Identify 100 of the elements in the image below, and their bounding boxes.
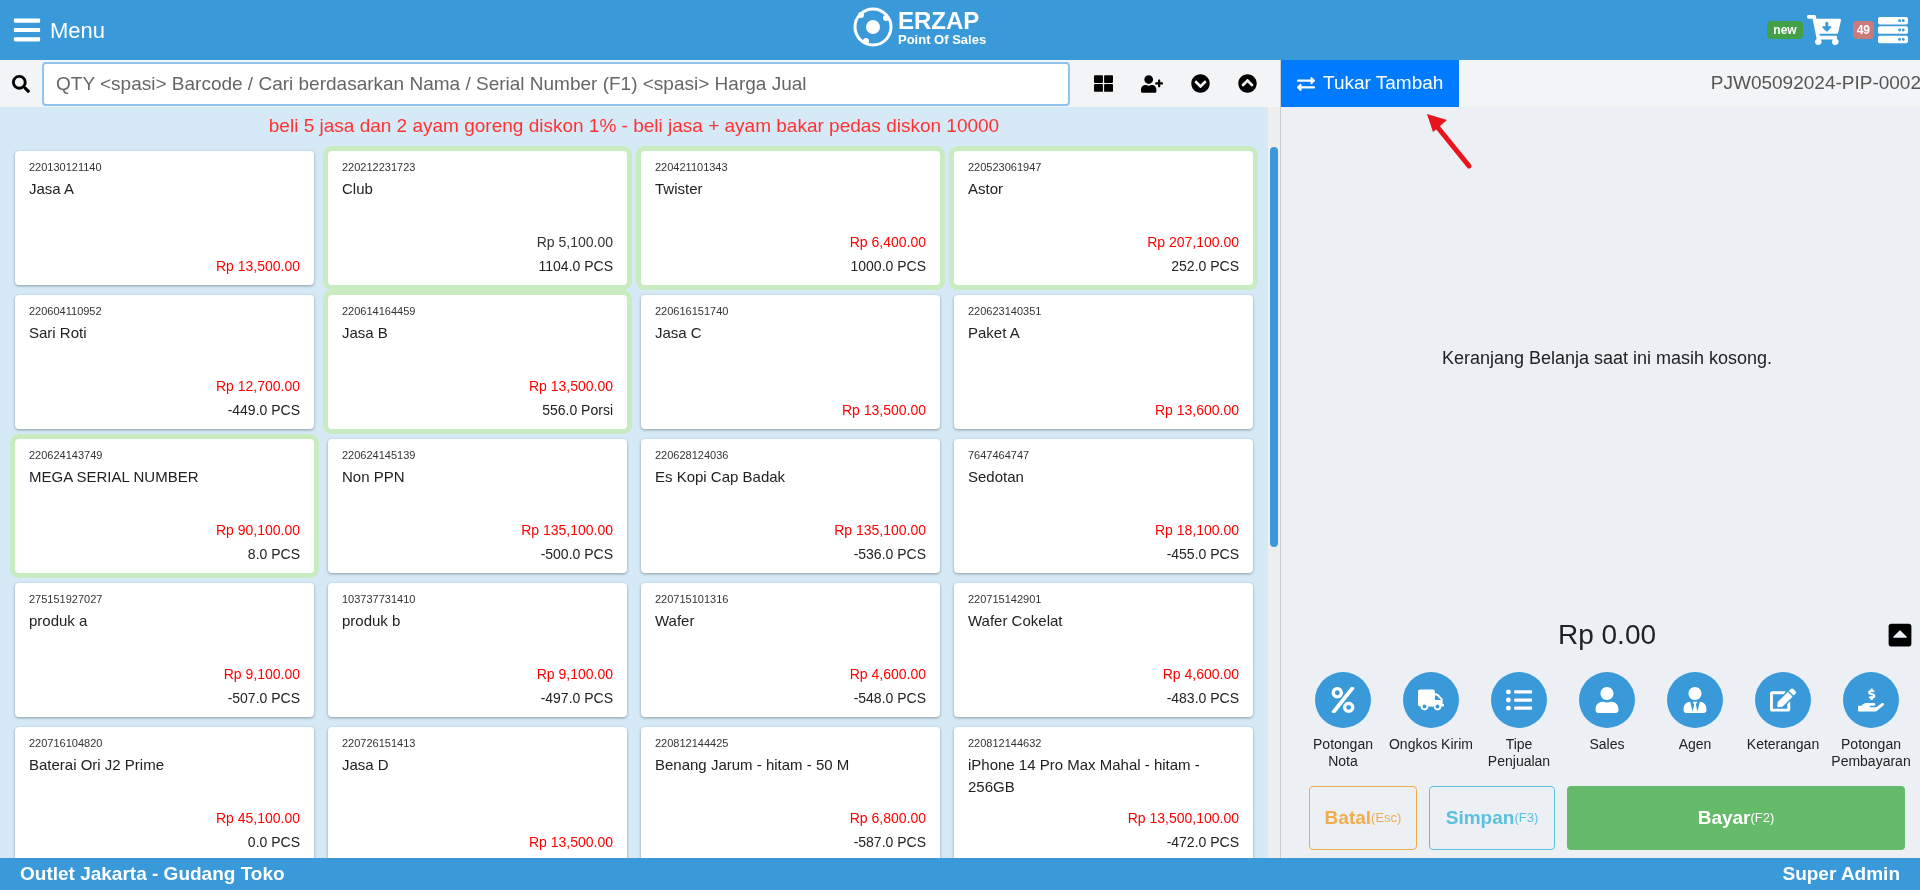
- product-stock: -548.0 PCS: [853, 688, 926, 708]
- product-name: produk a: [29, 611, 89, 631]
- agent-icon[interactable]: [1667, 672, 1723, 728]
- product-stock: -536.0 PCS: [853, 544, 926, 564]
- product-card[interactable]: 220624145139 Non PPN Rp 135,100.00 -500.0 PCS: [328, 438, 627, 573]
- product-name: Club: [342, 179, 374, 199]
- product-price: Rp 5,100.00: [536, 232, 613, 252]
- list-icon[interactable]: [1491, 672, 1547, 728]
- product-name: Sari Roti: [29, 323, 88, 343]
- chevron-up-icon[interactable]: [1238, 74, 1257, 93]
- product-stock: 556.0 Porsi: [542, 400, 613, 420]
- product-code: 220614164459: [342, 303, 417, 319]
- product-stock: -472.0 PCS: [1166, 832, 1239, 852]
- product-card[interactable]: 220616151740 Jasa C Rp 13,500.00: [641, 294, 940, 429]
- product-code: 220616151740: [655, 303, 730, 319]
- product-code: 220624143749: [29, 447, 104, 463]
- product-name: Baterai Ori J2 Prime: [29, 755, 166, 775]
- total-amount: Rp 0.00: [1557, 618, 1657, 652]
- product-stock: -449.0 PCS: [227, 400, 300, 420]
- action-label: Ongkos Kirim: [1389, 736, 1473, 753]
- chevron-down-icon[interactable]: [1191, 74, 1210, 93]
- product-code: 220130121140: [29, 159, 103, 175]
- order-number: PJW05092024-PIP-0002: [1710, 71, 1920, 96]
- product-price: Rp 4,600.00: [849, 664, 926, 684]
- product-price: Rp 45,100.00: [215, 808, 300, 828]
- discount-icon[interactable]: [1315, 672, 1371, 728]
- product-card[interactable]: 220812144425 Benang Jarum - hitam - 50 M Rp 6,800.00 -587.0 PCS: [641, 726, 940, 858]
- product-price: Rp 6,800.00: [849, 808, 926, 828]
- search-icon[interactable]: [12, 74, 30, 93]
- product-name: Jasa B: [342, 323, 389, 343]
- product-card[interactable]: 275151927027 produk a Rp 9,100.00 -507.0 PCS: [15, 582, 314, 717]
- product-stock: -497.0 PCS: [540, 688, 613, 708]
- product-price: Rp 90,100.00: [215, 520, 300, 540]
- action-label: Keterangan: [1746, 736, 1820, 753]
- scrollbar-thumb[interactable]: [1270, 147, 1278, 547]
- trade-in-tab[interactable]: Tukar Tambah: [1281, 60, 1460, 107]
- product-card[interactable]: 220726151413 Jasa D Rp 13,500.00: [328, 726, 627, 858]
- product-code: 220604110952: [29, 303, 103, 319]
- product-code: 275151927027: [29, 591, 104, 607]
- product-card[interactable]: 220715142901 Wafer Cokelat Rp 4,600.00 -483.0 PCS: [954, 582, 1253, 717]
- product-price: Rp 13,500.00: [841, 400, 926, 420]
- product-price: Rp 13,600.00: [1154, 400, 1239, 420]
- product-name: Sedotan: [968, 467, 1025, 487]
- product-code: 220716104820: [29, 735, 104, 751]
- product-stock: 252.0 PCS: [1171, 256, 1239, 276]
- product-price: Rp 13,500.00: [528, 832, 613, 852]
- product-name: Twister: [655, 179, 704, 199]
- expand-icon[interactable]: [1887, 622, 1913, 648]
- product-price: Rp 12,700.00: [215, 376, 300, 396]
- cart-download-icon[interactable]: [1806, 13, 1841, 47]
- grid-view-icon[interactable]: [1094, 74, 1113, 93]
- product-card[interactable]: 220623140351 Paket A Rp 13,600.00: [954, 294, 1253, 429]
- empty-cart-message: Keranjang Belanja saat ini masih kosong.: [1441, 347, 1773, 370]
- product-price: Rp 135,100.00: [521, 520, 613, 540]
- hand-money-icon[interactable]: [1843, 672, 1899, 728]
- product-name: Wafer: [655, 611, 696, 631]
- product-code: 220715101316: [655, 591, 730, 607]
- product-name: produk b: [342, 611, 402, 631]
- product-stock: -587.0 PCS: [853, 832, 926, 852]
- product-name: Wafer Cokelat: [968, 611, 1064, 631]
- product-price: Rp 18,100.00: [1154, 520, 1239, 540]
- add-user-icon[interactable]: [1141, 72, 1163, 95]
- product-stock: -507.0 PCS: [227, 688, 300, 708]
- product-name: Astor: [968, 179, 1004, 199]
- product-code: 220812144425: [655, 735, 730, 751]
- truck-icon[interactable]: [1403, 672, 1459, 728]
- product-name: Es Kopi Cap Badak: [655, 467, 787, 487]
- product-code: 220628124036: [655, 447, 730, 463]
- product-price: Rp 9,100.00: [536, 664, 613, 684]
- logo-subtitle: Point Of Sales: [898, 32, 987, 46]
- product-card[interactable]: 220812144632 iPhone 14 Pro Max Mahal - hitam - 256GB Rp 13,500,100.00 -472.0 PCS: [954, 726, 1253, 858]
- product-name: Paket A: [968, 323, 1021, 343]
- product-card[interactable]: 7647464747 Sedotan Rp 18,100.00 -455.0 PCS: [954, 438, 1253, 573]
- product-price: Rp 6,400.00: [849, 232, 926, 252]
- product-name: Jasa D: [342, 755, 390, 775]
- product-stock: 8.0 PCS: [247, 544, 300, 564]
- product-price: Rp 13,500.00: [528, 376, 613, 396]
- user-name: Super Admin: [1782, 861, 1900, 886]
- product-card[interactable]: 220130121140 Jasa A Rp 13,500.00: [15, 150, 314, 285]
- count-badge: 49: [1852, 21, 1874, 39]
- product-name: Benang Jarum - hitam - 50 M: [655, 755, 851, 775]
- product-stock: -483.0 PCS: [1166, 688, 1239, 708]
- scrollbar[interactable]: [1268, 107, 1280, 858]
- swap-icon: [1297, 74, 1315, 93]
- product-card[interactable]: 220628124036 Es Kopi Cap Badak Rp 135,100.00 -536.0 PCS: [641, 438, 940, 573]
- action-label: Potongan Nota: [1312, 736, 1374, 770]
- outlet-name: Outlet Jakarta - Gudang Toko: [20, 861, 285, 886]
- product-stock: 1104.0 PCS: [538, 256, 613, 276]
- product-card[interactable]: 220715101316 Wafer Rp 4,600.00 -548.0 PCS: [641, 582, 940, 717]
- logo-icon: [852, 6, 894, 48]
- product-name: Jasa A: [29, 179, 76, 199]
- new-badge: new: [1767, 21, 1803, 39]
- edit-note-icon[interactable]: [1755, 672, 1811, 728]
- server-icon[interactable]: [1878, 15, 1908, 45]
- product-card[interactable]: 103737731410 produk b Rp 9,100.00 -497.0 PCS: [328, 582, 627, 717]
- product-card[interactable]: 220716104820 Baterai Ori J2 Prime Rp 45,100.00 0.0 PCS: [15, 726, 314, 858]
- search-field[interactable]: QTY <spasi> Barcode / Cari berdasarkan Nama / Serial Number (F1) <spasi> Harga Jual: [42, 61, 1070, 106]
- person-icon[interactable]: [1579, 672, 1635, 728]
- product-code: 220715142901: [968, 591, 1043, 607]
- product-card[interactable]: 220604110952 Sari Roti Rp 12,700.00 -449.0 PCS: [15, 294, 314, 429]
